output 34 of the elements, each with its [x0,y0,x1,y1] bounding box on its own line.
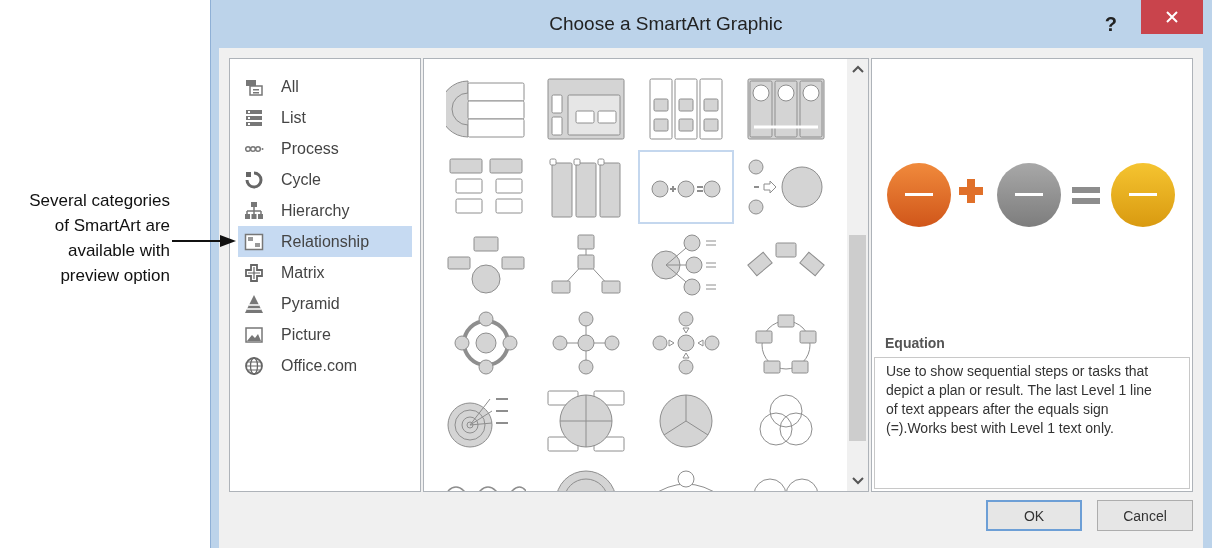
category-item[interactable]: Pyramid [238,288,412,319]
category-item[interactable]: Matrix [238,257,412,288]
category-item[interactable]: All [238,71,412,102]
layout-thumbnail[interactable] [638,150,734,224]
chain-icon [244,144,264,153]
callout-arrow [172,235,236,247]
category-item[interactable]: List [238,102,412,133]
scrollbar-thumb[interactable] [849,235,866,441]
globe-icon [244,355,264,376]
list-icon [244,107,264,128]
dialog-title: Choose a SmartArt Graphic [548,13,784,35]
category-item[interactable]: Cycle [238,164,412,195]
close-icon [1166,11,1178,23]
category-item[interactable]: Process [238,133,412,164]
scrollbar[interactable] [847,59,868,491]
annotation-text: Several categories of SmartArt are available with preview option [28,190,170,287]
image-icon [244,324,264,345]
scroll-up-icon[interactable] [851,65,864,73]
cycle-icon [244,169,264,190]
scroll-down-icon[interactable] [851,477,864,485]
help-button[interactable]: ? [1100,12,1121,36]
category-item[interactable]: Relationship [238,226,412,257]
preview-description: Use to show sequential steps or tasks that depict a plan or result. The last Level 1 line of text appears after the equals sign (=).Works best with Level 1 text only. [874,357,1190,489]
category-item[interactable]: Office.com [238,350,412,381]
org-chart-icon [244,200,264,221]
preview-title: Equation [884,334,946,353]
dialog-button[interactable]: OK [986,500,1082,531]
close-button[interactable] [1141,0,1203,34]
framed-image-icon [244,231,264,252]
category-item[interactable]: Hierarchy [238,195,412,226]
cross-icon [244,262,264,283]
pyramid-icon [244,293,264,314]
category-item[interactable]: Picture [238,319,412,350]
dialog-button[interactable]: Cancel [1097,500,1193,531]
